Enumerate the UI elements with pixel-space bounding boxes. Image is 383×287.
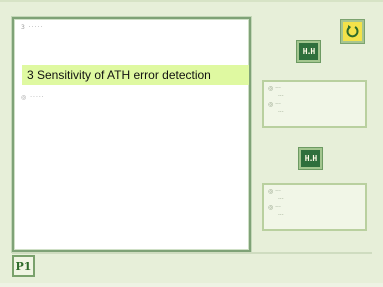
info-line: ··· <box>278 196 284 203</box>
set-button-top[interactable]: H.H <box>297 41 320 62</box>
info-line: ··· <box>278 93 284 100</box>
bottom-edge <box>0 283 383 287</box>
bottom-divider <box>12 252 372 254</box>
info-box-top: ◎ ··· ··· ◎ ··· ··· <box>262 80 367 128</box>
list-row[interactable]: ◎ ····· <box>21 92 45 102</box>
list-row-label: ◎ ····· <box>21 93 45 101</box>
info-line: ··· <box>278 109 284 116</box>
return-icon <box>346 25 359 38</box>
page-label: P1 <box>15 259 32 273</box>
top-border <box>0 0 383 2</box>
info-line: ◎ ··· <box>268 188 281 195</box>
selected-list-item[interactable]: 3 Sensitivity of ATH error detection <box>22 65 249 85</box>
list-row-label: 3 ····· <box>21 23 44 31</box>
info-line: ◎ ··· <box>268 204 281 211</box>
set-button-label: H.H <box>302 47 315 56</box>
info-line: ◎ ··· <box>268 85 281 92</box>
return-button[interactable] <box>341 20 364 43</box>
set-button-bottom[interactable]: H.H <box>299 148 322 169</box>
item-list-panel: 3 ····· 3 Sensitivity of ATH error detec… <box>12 17 251 252</box>
list-row[interactable]: 3 ····· <box>21 22 43 32</box>
set-button-label: H.H <box>304 154 317 163</box>
info-box-bottom: ◎ ··· ··· ◎ ··· ··· <box>262 183 367 231</box>
page-button[interactable]: P1 <box>12 255 35 277</box>
info-line: ◎ ··· <box>268 101 281 108</box>
info-line: ··· <box>278 212 284 219</box>
